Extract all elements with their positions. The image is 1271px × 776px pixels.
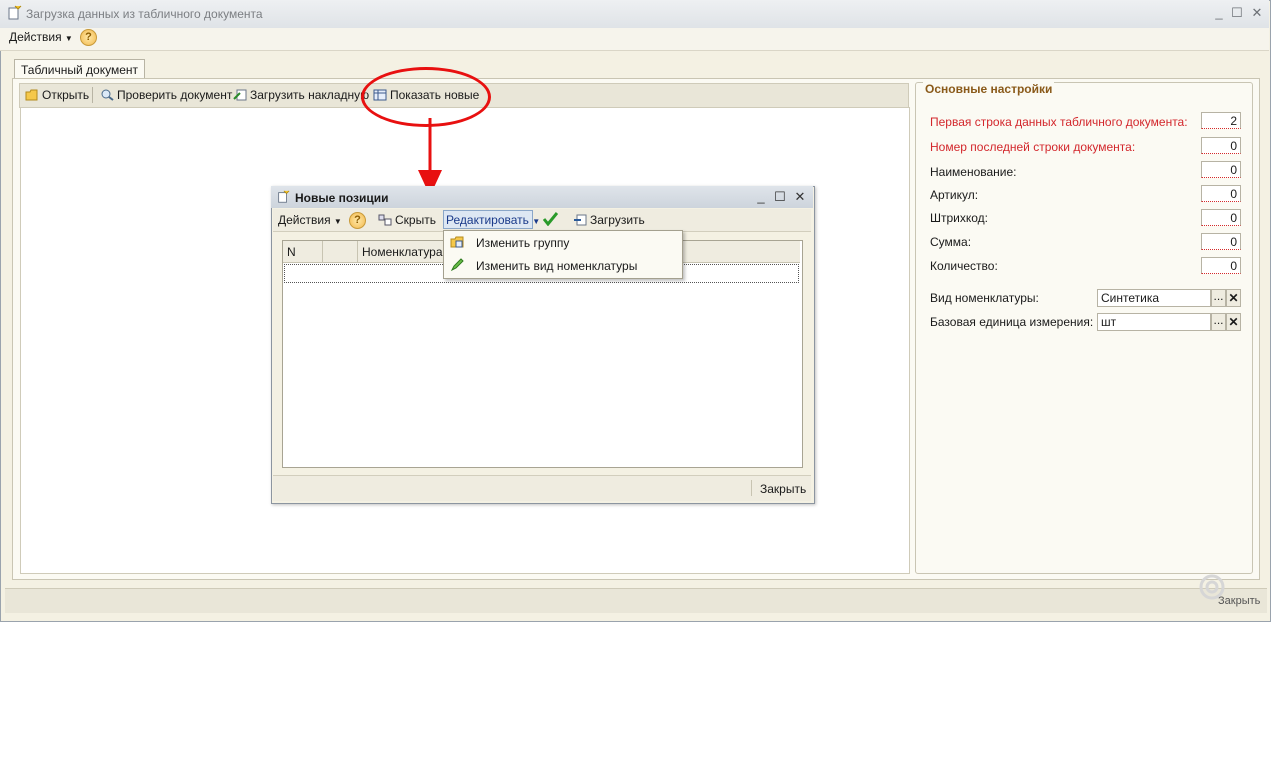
hide-label: Скрыть [395, 213, 436, 227]
open-button[interactable]: Открыть [25, 88, 89, 102]
base-unit-select-button[interactable]: ... [1211, 313, 1226, 331]
status-divider [751, 480, 752, 496]
maximize-button[interactable]: ☐ [1230, 6, 1244, 20]
dialog-load-button[interactable]: Загрузить [573, 213, 645, 227]
help-icon[interactable]: ? [80, 29, 97, 46]
actions-menu[interactable]: Действия ▼ [9, 30, 73, 44]
last-row-input[interactable]: 0 [1201, 137, 1241, 154]
sum-column-label: Сумма: [930, 235, 972, 249]
dialog-document-icon [278, 190, 290, 203]
load-arrow-icon [574, 214, 587, 226]
article-column-label: Артикул: [930, 188, 979, 202]
change-type-label: Изменить вид номенклатуры [476, 259, 638, 273]
document-icon [8, 5, 22, 20]
last-row-label: Номер последней строки документа: [930, 140, 1136, 154]
nomenclature-type-select-button[interactable]: ... [1211, 289, 1226, 307]
name-column-input[interactable]: 0 [1201, 161, 1241, 178]
dialog-minimize-button[interactable]: _ [754, 190, 768, 204]
nomenclature-type-field[interactable]: Синтетика [1097, 289, 1211, 307]
edit-menu-label: Редактировать [446, 213, 529, 227]
change-group-label: Изменить группу [476, 236, 570, 250]
column-header-nomenclature[interactable]: Номенклатура [362, 245, 443, 259]
dialog-status-bar [273, 475, 811, 501]
folder-group-icon [450, 236, 464, 248]
first-row-input[interactable]: 2 [1201, 112, 1241, 129]
nomenclature-type-label: Вид номенклатуры: [930, 291, 1039, 305]
chevron-down-icon: ▼ [333, 217, 342, 226]
load-arrow-icon [233, 89, 247, 101]
menu-item-change-group[interactable]: Изменить группу [445, 232, 679, 253]
base-unit-field[interactable]: шт [1097, 313, 1211, 331]
tab-spreadsheet[interactable]: Табличный документ [14, 59, 146, 80]
pencil-icon [450, 258, 464, 272]
status-bar [5, 588, 1267, 613]
menu-bar [0, 28, 1269, 51]
watermark-logo [1199, 574, 1225, 600]
magnifier-icon [101, 89, 114, 101]
barcode-column-label: Штрихкод: [930, 211, 989, 225]
load-invoice-label: Загрузить накладную [250, 88, 370, 102]
folder-icon [25, 89, 38, 101]
base-unit-clear-icon[interactable]: ✕ [1226, 313, 1241, 331]
hide-icon [378, 214, 392, 226]
toolbar-divider [92, 87, 93, 103]
column-header-n[interactable]: N [287, 245, 296, 259]
chevron-down-icon: ▼ [64, 34, 73, 43]
quantity-column-label: Количество: [930, 259, 998, 273]
dialog-title: Новые позиции [295, 191, 389, 205]
nomenclature-type-clear-icon[interactable]: ✕ [1226, 289, 1241, 307]
sum-column-input[interactable]: 0 [1201, 233, 1241, 250]
check-document-label: Проверить документ [117, 88, 233, 102]
checkmark-icon[interactable] [543, 212, 558, 226]
article-column-input[interactable]: 0 [1201, 185, 1241, 202]
dialog-help-icon[interactable]: ? [349, 212, 366, 229]
column-divider [357, 241, 358, 262]
dialog-close-text-button[interactable]: Закрыть [760, 482, 806, 496]
actions-label: Действия [9, 30, 62, 44]
chevron-down-icon: ▼ [532, 217, 541, 226]
name-column-label: Наименование: [930, 165, 1017, 179]
menu-item-change-type[interactable]: Изменить вид номенклатуры [445, 255, 679, 276]
quantity-column-input[interactable]: 0 [1201, 257, 1241, 274]
dialog-maximize-button[interactable]: ☐ [773, 190, 787, 204]
base-unit-label: Базовая единица измерения: [930, 315, 1094, 329]
close-button[interactable]: ✕ [1250, 6, 1264, 20]
hide-button[interactable]: Скрыть [378, 213, 436, 227]
dialog-actions-label: Действия [278, 213, 331, 227]
first-row-label: Первая строка данных табличного документ… [930, 115, 1188, 129]
load-invoice-button[interactable]: Загрузить накладную [233, 88, 369, 102]
edit-menu[interactable]: Редактировать ▼ [446, 213, 540, 227]
check-document-button[interactable]: Проверить документ [100, 88, 232, 102]
minimize-button[interactable]: _ [1212, 6, 1226, 20]
open-label: Открыть [42, 88, 90, 102]
dialog-close-button[interactable]: ✕ [793, 190, 807, 204]
dialog-actions-menu[interactable]: Действия ▼ [278, 213, 342, 227]
column-divider [322, 241, 323, 262]
window-title: Загрузка данных из табличного документа [26, 7, 263, 21]
settings-title: Основные настройки [923, 82, 1055, 96]
barcode-column-input[interactable]: 0 [1201, 209, 1241, 226]
dialog-load-label: Загрузить [590, 213, 645, 227]
